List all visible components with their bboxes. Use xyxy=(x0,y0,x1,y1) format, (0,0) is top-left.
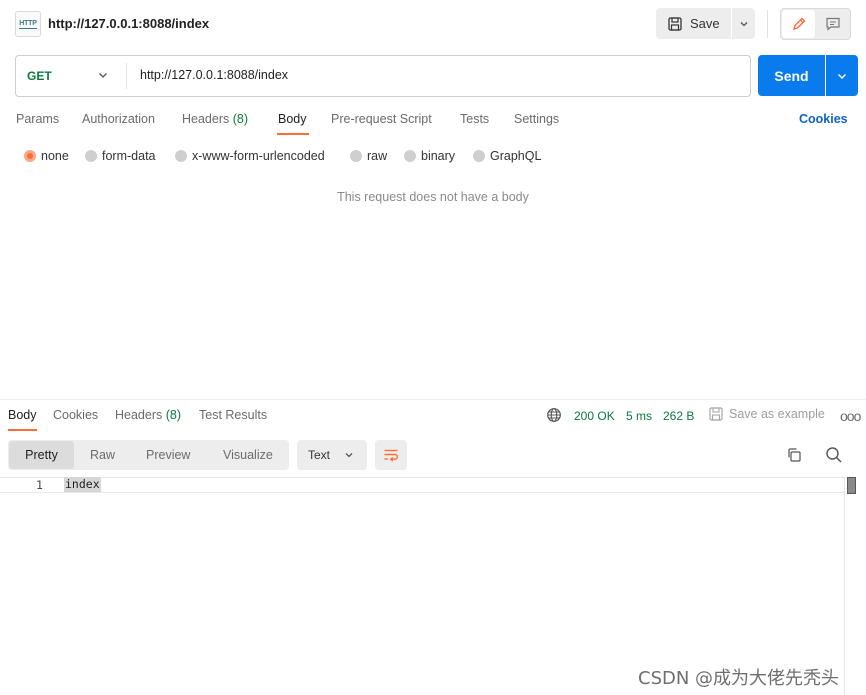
response-headers-count: (8) xyxy=(165,408,182,422)
body-type-graphql[interactable]: GraphQL xyxy=(473,149,541,163)
body-type-form-data[interactable]: form-data xyxy=(85,149,156,163)
line-number: 1 xyxy=(36,478,43,492)
tab-headers[interactable]: Headers (8) xyxy=(182,112,248,126)
chevron-down-icon xyxy=(837,73,847,79)
response-tab-body[interactable]: Body xyxy=(8,408,37,422)
comment-icon xyxy=(826,17,840,31)
toolbar-divider xyxy=(767,10,768,38)
response-size[interactable]: 262 B xyxy=(663,409,694,423)
body-type-raw[interactable]: raw xyxy=(350,149,387,163)
chevron-down-icon[interactable] xyxy=(96,68,110,82)
save-button[interactable]: Save xyxy=(656,8,731,39)
save-options-button[interactable] xyxy=(732,8,755,39)
active-response-tab-indicator xyxy=(8,429,37,431)
save-label: Save xyxy=(690,16,720,31)
request-title[interactable]: http://127.0.0.1:8088/index xyxy=(48,16,209,31)
wrap-lines-icon xyxy=(384,449,399,462)
floppy-disk-icon xyxy=(709,407,723,421)
radio-selected xyxy=(24,150,36,162)
radio xyxy=(473,150,485,162)
empty-body-message: This request does not have a body xyxy=(337,190,529,204)
body-type-binary[interactable]: binary xyxy=(404,149,455,163)
response-tab-test-results[interactable]: Test Results xyxy=(199,408,267,422)
tab-tests[interactable]: Tests xyxy=(460,112,489,126)
body-type-urlencoded[interactable]: x-www-form-urlencoded xyxy=(175,149,325,163)
radio-label: x-www-form-urlencoded xyxy=(192,149,325,163)
view-visualize[interactable]: Visualize xyxy=(223,448,273,462)
url-input[interactable]: http://127.0.0.1:8088/index xyxy=(140,68,288,82)
radio xyxy=(85,150,97,162)
vertical-scrollbar[interactable] xyxy=(844,477,858,695)
radio-label: binary xyxy=(421,149,456,163)
tab-authorization[interactable]: Authorization xyxy=(82,112,155,126)
send-options-button[interactable] xyxy=(826,55,858,96)
pencil-icon xyxy=(792,17,805,31)
chevron-down-icon xyxy=(740,21,747,26)
tab-settings[interactable]: Settings xyxy=(514,112,559,126)
view-preview[interactable]: Preview xyxy=(146,448,190,462)
tab-headers-label: Headers xyxy=(182,112,230,126)
radio xyxy=(175,150,187,162)
tab-params[interactable]: Params xyxy=(16,112,59,126)
status-code[interactable]: 200 OK xyxy=(574,409,615,423)
save-as-example-label: Save as example xyxy=(729,407,825,421)
tab-pre-request-script[interactable]: Pre-request Script xyxy=(331,112,432,126)
headers-count: (8) xyxy=(232,112,249,126)
globe-icon[interactable] xyxy=(546,407,562,423)
watermark: CSDN @成为大佬先秃头 xyxy=(638,668,840,689)
search-icon[interactable] xyxy=(825,446,843,464)
active-line-highlight xyxy=(0,477,846,493)
radio-label: GraphQL xyxy=(490,149,542,163)
view-pretty[interactable]: Pretty xyxy=(9,441,74,469)
method-selector[interactable]: GET xyxy=(27,69,52,83)
radio-label: raw xyxy=(367,149,388,163)
more-options-button[interactable]: ooo xyxy=(840,408,861,424)
format-select-value: Text xyxy=(308,448,331,462)
radio-label: form-data xyxy=(102,149,156,163)
radio-label: none xyxy=(41,149,69,163)
radio xyxy=(350,150,362,162)
cookies-link[interactable]: Cookies xyxy=(799,112,848,126)
body-type-none[interactable]: none xyxy=(24,149,69,163)
http-request-icon: HTTP xyxy=(15,11,41,37)
format-select[interactable]: Text xyxy=(297,440,367,470)
copy-icon[interactable] xyxy=(786,447,802,463)
save-as-example-button[interactable]: Save as example xyxy=(709,407,825,421)
url-divider xyxy=(126,63,127,89)
response-body-line[interactable]: index xyxy=(64,477,101,492)
response-time[interactable]: 5 ms xyxy=(626,409,652,423)
send-button[interactable]: Send xyxy=(758,55,825,96)
response-tab-headers[interactable]: Headers (8) xyxy=(115,408,181,422)
tab-body[interactable]: Body xyxy=(278,112,307,126)
scrollbar-thumb[interactable] xyxy=(847,477,856,494)
radio xyxy=(404,150,416,162)
view-raw[interactable]: Raw xyxy=(90,448,115,462)
edit-mode-button[interactable] xyxy=(782,10,815,38)
response-divider[interactable] xyxy=(0,399,866,400)
comment-mode-button[interactable] xyxy=(817,10,849,38)
floppy-disk-icon xyxy=(668,16,682,31)
wrap-lines-button[interactable] xyxy=(375,440,407,470)
active-tab-indicator xyxy=(277,133,309,135)
response-tab-headers-label: Headers xyxy=(115,408,163,422)
response-tab-cookies[interactable]: Cookies xyxy=(53,408,98,422)
chevron-down-icon xyxy=(345,453,353,458)
